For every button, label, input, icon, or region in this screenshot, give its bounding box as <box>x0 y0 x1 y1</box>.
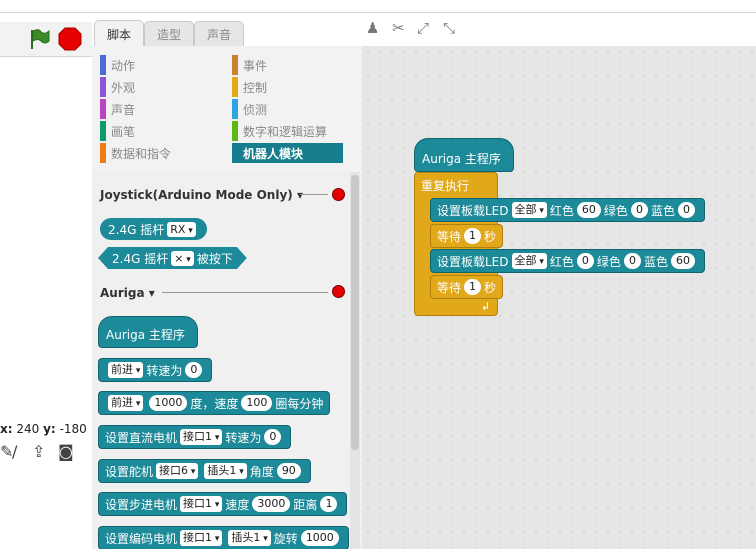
auriga-section-title[interactable]: Auriga ▾ <box>100 286 155 300</box>
upload-sprite-icon[interactable]: ⇪ <box>32 442 45 461</box>
palette-tabs: 脚本 造型 声音 <box>92 18 362 47</box>
category-looks[interactable]: 外观 <box>100 77 220 97</box>
category-robots[interactable]: 机器人模块 <box>232 143 343 163</box>
x-value: 240 <box>16 422 40 436</box>
status-dot <box>332 188 345 201</box>
move-degrees-block[interactable]: 前进 1000 度，速度 100 圈每分钟 <box>98 391 331 415</box>
stamp-icon[interactable]: ♟ <box>366 19 379 37</box>
category-events[interactable]: 事件 <box>232 55 344 75</box>
sprite-toolbar: ✎ / ⇪ ◙ <box>0 440 92 464</box>
wait-block[interactable]: 等待 1 秒 <box>430 275 504 299</box>
joystick-pressed-block[interactable]: 2.4G 摇杆 × 被按下 <box>98 247 247 269</box>
auriga-main-hat-block[interactable]: Auriga 主程序 <box>98 316 198 348</box>
tab-costumes[interactable]: 造型 <box>144 21 194 46</box>
top-divider <box>0 12 756 13</box>
turn-speed-block[interactable]: 前进 转速为 0 <box>98 358 213 382</box>
green-flag-icon[interactable] <box>27 27 51 51</box>
joystick-section-title[interactable]: Joystick(Arduino Mode Only) ▾ <box>100 188 303 202</box>
y-label: y: <box>43 422 56 436</box>
set-encoder-motor-block[interactable]: 设置编码电机 接口1 插头1 旋转 1000 <box>98 526 349 549</box>
grow-icon[interactable]: ⤢ <box>417 19 429 37</box>
joystick-reporter-block[interactable]: 2.4G 摇杆 RX <box>100 218 207 240</box>
section-divider <box>162 292 328 293</box>
category-data[interactable]: 数据和指令 <box>100 143 220 163</box>
tab-scripts[interactable]: 脚本 <box>94 20 144 47</box>
block-palette: Joystick(Arduino Mode Only) ▾ 2.4G 摇杆 RX… <box>92 172 363 549</box>
sprites-panel <box>0 466 92 549</box>
stop-icon[interactable] <box>58 27 82 51</box>
brush-icon[interactable]: / <box>12 442 17 461</box>
category-control[interactable]: 控制 <box>232 77 344 97</box>
stage-canvas[interactable] <box>0 57 93 417</box>
palette-scrollbar[interactable] <box>351 175 359 450</box>
set-led-block[interactable]: 设置板载LED 全部 红色 0 绿色 0 蓝色 60 <box>430 249 705 273</box>
status-dot <box>332 285 345 298</box>
forever-label: 重复执行 <box>421 179 470 193</box>
cut-icon[interactable]: ✂ <box>392 19 405 37</box>
script-hat-block[interactable]: Auriga 主程序 <box>414 138 514 172</box>
camera-icon[interactable]: ◙ <box>58 442 74 461</box>
set-stepper-block[interactable]: 设置步进电机 接口1 速度 3000 距离 1 <box>98 492 348 516</box>
category-pen[interactable]: 画笔 <box>100 121 220 141</box>
category-sensing[interactable]: 侦测 <box>232 99 344 119</box>
set-led-block[interactable]: 设置板载LED 全部 红色 60 绿色 0 蓝色 0 <box>430 198 705 222</box>
category-motion[interactable]: 动作 <box>100 55 220 75</box>
category-list: 动作 外观 声音 画笔 数据和指令 事件 控制 侦测 数字和逻辑运算 机器人模块 <box>92 46 363 172</box>
category-sound[interactable]: 声音 <box>100 99 220 119</box>
y-value: -180 <box>59 422 87 436</box>
tab-sounds[interactable]: 声音 <box>194 21 244 46</box>
section-divider <box>300 194 328 195</box>
category-operators[interactable]: 数字和逻辑运算 <box>232 121 344 141</box>
loop-arrow-icon: ↲ <box>481 300 491 313</box>
set-servo-block[interactable]: 设置舵机 接口6 插头1 角度 90 <box>98 459 311 483</box>
set-dc-motor-block[interactable]: 设置直流电机 接口1 转速为 0 <box>98 425 292 449</box>
stage-coordinates: x: 240 y: -180 <box>0 422 87 438</box>
wait-block[interactable]: 等待 1 秒 <box>430 224 504 248</box>
shrink-icon[interactable]: ⤡ <box>443 19 455 37</box>
x-label: x: <box>0 422 13 436</box>
